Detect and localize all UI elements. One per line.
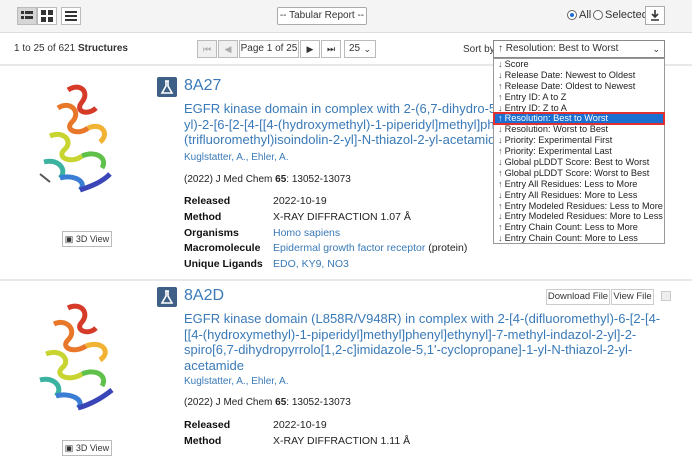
sort-label: Sort by — [463, 44, 495, 55]
organism-link[interactable]: Homo sapiens — [273, 227, 340, 239]
sort-option[interactable]: ↓ Entry ID: Z to A — [494, 103, 664, 114]
arrow-down-icon: ↓ — [498, 102, 503, 113]
prev-page-button[interactable]: ◀ — [218, 40, 238, 58]
sort-option[interactable]: ↑ Entry Chain Count: Less to More — [494, 222, 664, 233]
flask-icon — [157, 287, 177, 307]
citation: (2022) J Med Chem 65: 13052-13073 — [184, 397, 351, 408]
next-page-button[interactable]: ▶ — [300, 40, 320, 58]
view-3d-button[interactable]: ▣ 3D View — [62, 231, 112, 247]
method-label: Method — [184, 211, 222, 223]
sort-option[interactable]: ↑ Entry All Residues: Less to More — [494, 179, 664, 190]
grid-icon — [41, 10, 53, 22]
sort-option[interactable]: ↑ Global pLDDT Score: Worst to Best — [494, 168, 664, 179]
arrow-up-icon: ↑ — [498, 80, 503, 91]
sort-option[interactable]: ↓ Global pLDDT Score: Best to Worst — [494, 157, 664, 168]
released-label: Released — [184, 419, 231, 431]
organisms-label: Organisms — [184, 227, 239, 239]
sort-option[interactable]: ↓ Score — [494, 59, 664, 70]
citation: (2022) J Med Chem 65: 13052-13073 — [184, 174, 351, 185]
list-view-button[interactable] — [61, 7, 81, 25]
protein-structure-image[interactable] — [30, 78, 130, 198]
next-page-icon: ▶ — [306, 44, 314, 54]
scope-selected-label: Selected — [605, 9, 648, 21]
grid-view-button[interactable] — [37, 7, 57, 25]
sort-option[interactable]: ↑ Entry ID: A to Z — [494, 92, 664, 103]
arrow-down-icon: ↓ — [498, 157, 503, 168]
sort-option[interactable]: ↓ Entry All Residues: More to Less — [494, 190, 664, 201]
download-button[interactable] — [645, 6, 665, 25]
download-icon — [651, 10, 659, 21]
cube-icon: ▣ — [64, 443, 74, 453]
sort-option[interactable]: ↑ Resolution: Best to Worst — [493, 112, 665, 126]
sort-option[interactable]: ↑ Priority: Experimental Last — [494, 146, 664, 157]
sort-option[interactable]: ↓ Priority: Experimental First — [494, 135, 664, 146]
tabular-report-select[interactable]: -- Tabular Report -- — [277, 7, 367, 25]
released-label: Released — [184, 195, 231, 207]
entry-id-link[interactable]: 8A2D — [184, 287, 224, 305]
last-page-icon: ⏭ — [326, 44, 336, 54]
arrow-up-icon: ↑ — [498, 91, 503, 102]
arrow-up-icon: ↑ — [498, 222, 503, 233]
select-checkbox[interactable] — [661, 291, 671, 301]
view-file-button[interactable]: View File — [611, 289, 654, 305]
arrow-down-icon: ↓ — [498, 233, 503, 244]
authors-link[interactable]: Kuglstatter, A., Ehler, A. — [184, 376, 289, 387]
sort-option[interactable]: ↓ Entry Modeled Residues: More to Less — [494, 211, 664, 222]
authors-link[interactable]: Kuglstatter, A., Ehler, A. — [184, 152, 289, 163]
scope-all-radio[interactable] — [567, 10, 577, 20]
entry-title-link[interactable]: EGFR kinase domain (L858R/V948R) in comp… — [184, 311, 664, 373]
first-page-icon: ⏮ — [202, 44, 212, 54]
grid-list-icon — [21, 11, 33, 19]
arrow-up-icon: ↑ — [498, 113, 503, 124]
protein-structure-image[interactable] — [28, 300, 132, 416]
download-file-button[interactable]: Download File — [546, 289, 610, 305]
arrow-down-icon: ↓ — [498, 135, 503, 146]
arrow-up-icon: ↑ — [498, 167, 503, 178]
method-value: X-RAY DIFFRACTION 1.07 Å — [273, 211, 411, 223]
arrow-up-icon: ↑ — [498, 178, 503, 189]
scope-all-label: All — [579, 9, 592, 21]
sort-option[interactable]: ↓ Resolution: Worst to Best — [494, 124, 664, 135]
arrow-up-icon: ↑ — [498, 146, 503, 157]
per-page-select[interactable]: 25 ⌄ — [344, 40, 376, 58]
chevron-down-icon: ⌄ — [652, 44, 660, 54]
arrow-down-icon: ↓ — [498, 189, 503, 200]
macromolecule-label: Macromolecule — [184, 242, 261, 254]
top-toolbar: -- Tabular Report -- All Selected — [0, 0, 692, 33]
method-label: Method — [184, 435, 222, 447]
sort-option[interactable]: ↑ Entry Modeled Residues: Less to More — [494, 201, 664, 212]
sort-option[interactable]: ↓ Entry Chain Count: More to Less — [494, 233, 664, 244]
macromolecule-value: Epidermal growth factor receptor (protei… — [273, 242, 468, 254]
released-value: 2022-10-19 — [273, 195, 327, 207]
cube-icon: ▣ — [64, 234, 74, 244]
arrow-down-icon: ↓ — [498, 211, 503, 222]
prev-page-icon: ◀ — [224, 44, 232, 54]
ligands-label: Unique Ligands — [184, 258, 263, 270]
sort-select[interactable]: ↑ Resolution: Best to Worst ⌄ — [493, 40, 665, 58]
macromolecule-link[interactable]: Epidermal growth factor receptor — [273, 242, 425, 254]
page-indicator: Page 1 of 25 — [239, 40, 299, 58]
scope-selected-radio[interactable] — [593, 10, 603, 20]
ligands-links[interactable]: EDO, KY9, NO3 — [273, 258, 349, 270]
released-value: 2022-10-19 — [273, 419, 327, 431]
first-page-button[interactable]: ⏮ — [197, 40, 217, 58]
divider — [0, 279, 692, 281]
result-count: 1 to 25 of 621 Structures — [14, 43, 128, 54]
list-icon — [65, 11, 77, 21]
arrow-down-icon: ↓ — [498, 69, 503, 80]
last-page-button[interactable]: ⏭ — [321, 40, 341, 58]
entry-id-link[interactable]: 8A27 — [184, 77, 221, 95]
arrow-up-icon: ↑ — [498, 200, 503, 211]
sort-dropdown-menu: ↓ Score ↓ Release Date: Newest to Oldest ↑ Re… — [493, 58, 665, 244]
sort-option[interactable]: ↑ Release Date: Oldest to Newest — [494, 81, 664, 92]
sort-option[interactable]: ↓ Release Date: Newest to Oldest — [494, 70, 664, 81]
flask-icon — [157, 77, 177, 97]
gallery-view-button[interactable] — [17, 7, 37, 25]
arrow-down-icon: ↓ — [498, 124, 503, 135]
arrow-down-icon: ↓ — [498, 59, 503, 69]
method-value: X-RAY DIFFRACTION 1.11 Å — [273, 435, 411, 447]
chevron-down-icon: ⌄ — [363, 44, 371, 54]
